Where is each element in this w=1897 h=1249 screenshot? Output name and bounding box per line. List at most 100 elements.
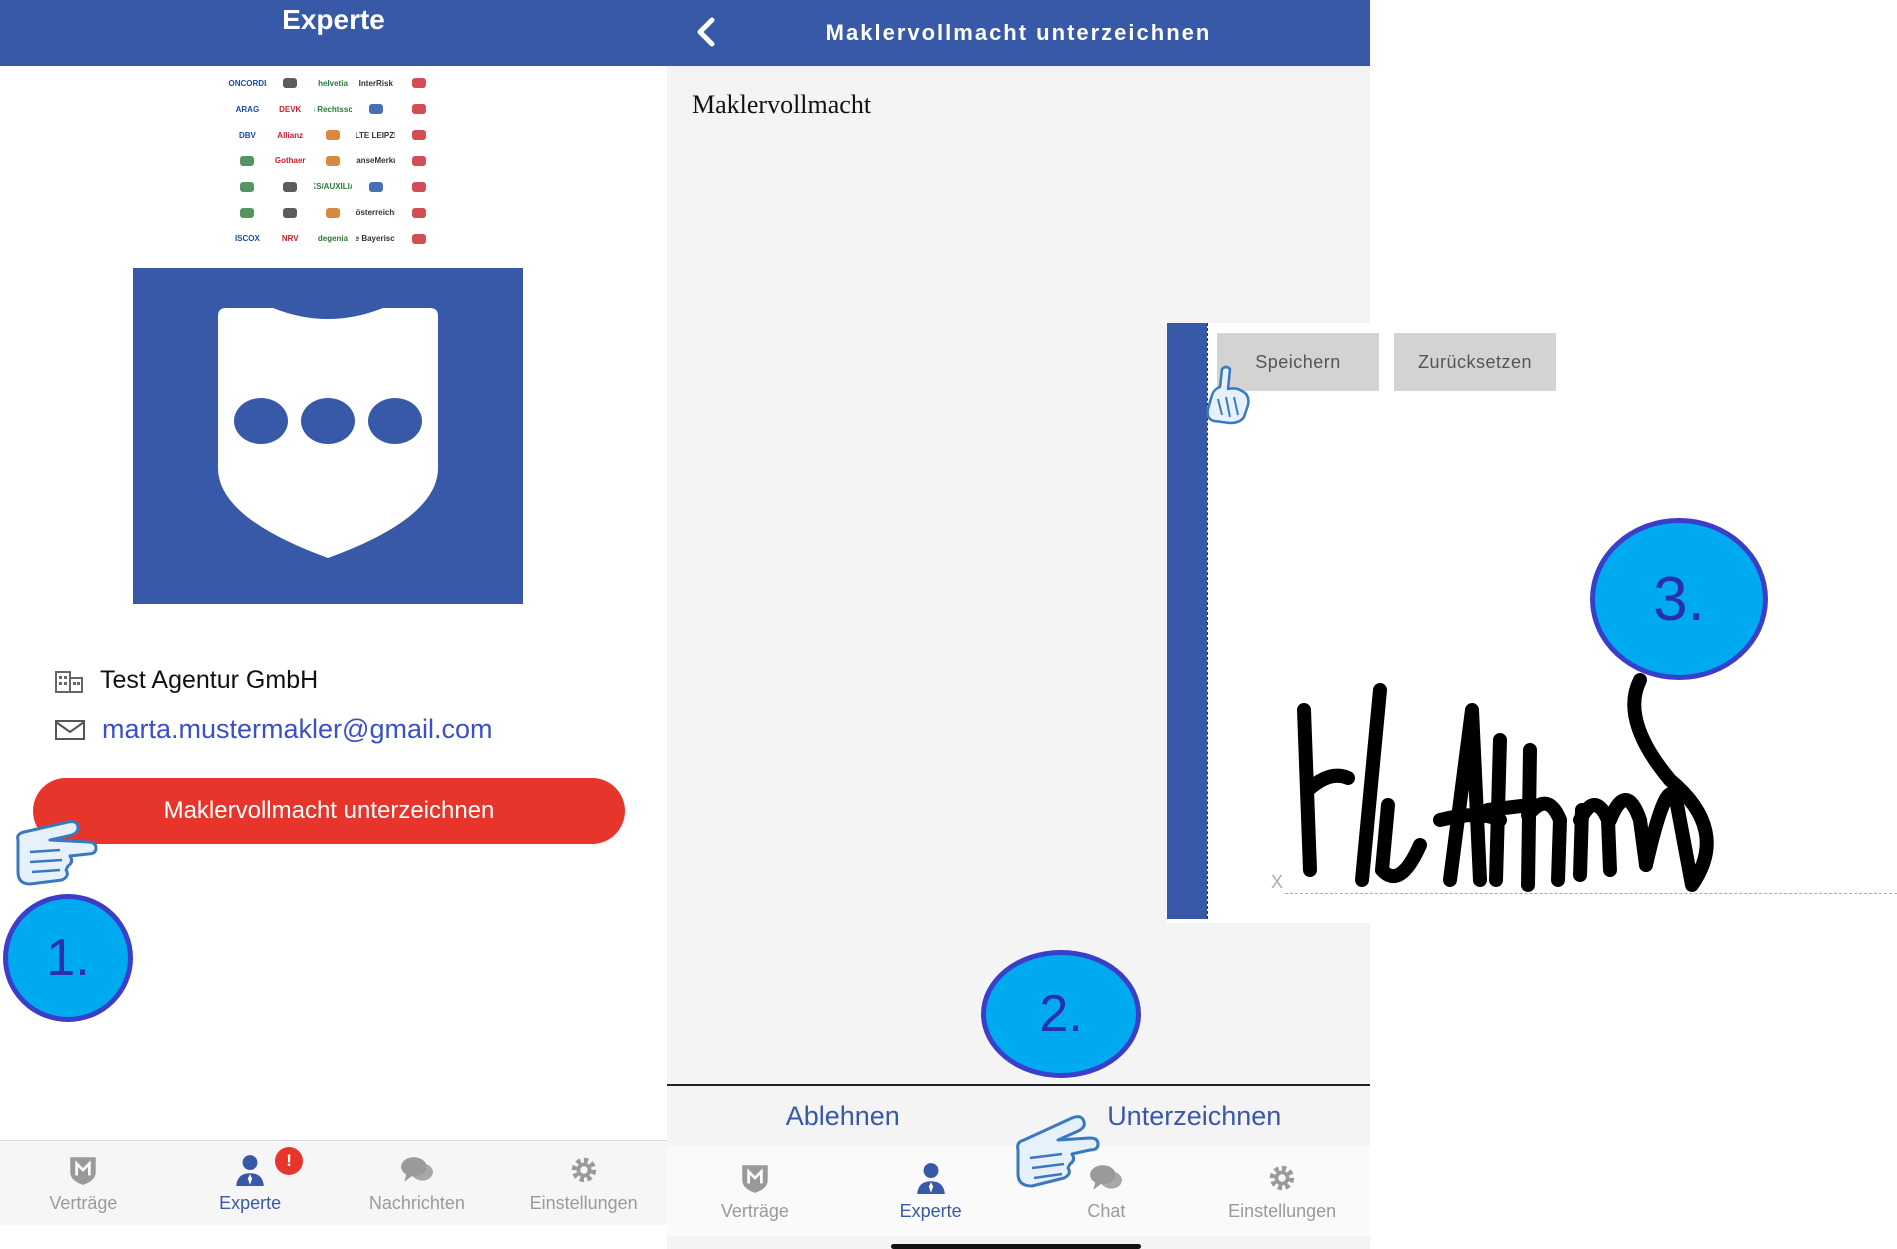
- tab-label: Nachrichten: [368, 1192, 465, 1213]
- shield-chat-icon: [218, 308, 438, 558]
- partner-logo: DBV: [238, 130, 256, 140]
- brand-logo: [133, 268, 523, 604]
- partner-logo-mark: [411, 78, 426, 89]
- partner-logo-mark: [325, 130, 340, 141]
- partner-logo: degenia: [317, 234, 349, 244]
- person-icon: [236, 1154, 264, 1186]
- gear-icon: [571, 1157, 596, 1182]
- partner-logo-mark: [411, 207, 426, 218]
- partner-logo: DMB Rechtsschutz: [314, 104, 353, 114]
- tab-verträge[interactable]: Verträge: [667, 1146, 843, 1236]
- tab-einstellungen[interactable]: Einstellungen: [500, 1141, 667, 1225]
- step-marker-2: 2.: [981, 950, 1141, 1078]
- partner-logo: ISCOX: [234, 234, 260, 244]
- back-button[interactable]: [688, 12, 724, 52]
- tab-experte[interactable]: Experte: [843, 1146, 1019, 1236]
- tab-label: Einstellungen: [1228, 1200, 1337, 1221]
- chat-bubbles-icon: [400, 1156, 433, 1182]
- partner-logo: [271, 175, 310, 198]
- partner-logo: DEVK: [279, 104, 302, 114]
- tab-verträge[interactable]: Verträge: [0, 1141, 167, 1225]
- notification-badge: !: [275, 1147, 304, 1175]
- partner-logo: Oberösterreichische: [356, 208, 395, 218]
- partner-logo-mark: [368, 104, 383, 115]
- tab-experte[interactable]: Experte!: [167, 1141, 334, 1225]
- partner-logo: InterRisk: [358, 78, 393, 88]
- partner-logo: [228, 175, 267, 198]
- partner-logo-mark: [411, 181, 426, 192]
- tab-label: Chat: [1087, 1200, 1126, 1221]
- partner-logo-mark: [325, 207, 340, 218]
- partner-logo: Allianz: [277, 130, 304, 140]
- partner-logo: [399, 201, 438, 224]
- partner-logo: [399, 72, 438, 95]
- partner-logo: [399, 150, 438, 173]
- tab-label: Einstellungen: [529, 1192, 638, 1213]
- signature-x-marker: X: [1271, 872, 1284, 892]
- tab-label: Experte: [219, 1192, 282, 1213]
- partner-logo: NRV: [281, 234, 299, 244]
- partner-logo-mark: [325, 155, 340, 166]
- step-marker-3: 3.: [1590, 518, 1768, 680]
- tab-label: Verträge: [720, 1200, 789, 1221]
- chevron-left-icon: [697, 17, 715, 47]
- mail-icon: [55, 719, 85, 740]
- reset-signature-button[interactable]: Zurücksetzen: [1394, 333, 1556, 391]
- agency-name: Test Agentur GmbH: [100, 666, 319, 694]
- partner-logo: [314, 201, 353, 224]
- partner-logo-mark: [240, 207, 255, 218]
- building-icon: [55, 670, 83, 693]
- partner-logo: [271, 72, 310, 95]
- tab-label: Experte: [899, 1200, 962, 1221]
- sign-mandate-button[interactable]: Maklervollmacht unterzeichnen: [33, 778, 625, 844]
- expert-header: Experte: [0, 0, 667, 66]
- agency-row: Test Agentur GmbH: [54, 666, 318, 695]
- tab-bar: Verträge Experte! Nachrichten Einstellungen: [0, 1140, 667, 1225]
- partner-logo-mark: [368, 181, 383, 192]
- gear-icon: [1269, 1165, 1295, 1190]
- partner-logo-mark: [240, 155, 255, 166]
- partner-logo-mark: [411, 233, 426, 244]
- partner-logo: [228, 150, 267, 173]
- tab-einstellungen[interactable]: Einstellungen: [1194, 1146, 1370, 1236]
- shield-m-icon: [742, 1164, 768, 1193]
- pointing-hand-icon: [1206, 365, 1250, 425]
- partner-logo: [314, 150, 353, 173]
- partner-logo: [228, 201, 267, 224]
- partner-logo: [399, 227, 438, 250]
- shield-m-icon: [70, 1156, 97, 1185]
- partner-logo: [314, 124, 353, 147]
- email-row[interactable]: marta.mustermakler@gmail.com: [54, 714, 493, 745]
- person-icon: [916, 1162, 945, 1194]
- partner-logo: [356, 98, 395, 121]
- document-title: Maklervollmacht: [692, 90, 872, 119]
- partner-logo: die Bayerische: [356, 234, 395, 244]
- step-marker-1: 1.: [3, 894, 133, 1022]
- sign-mandate-header: Maklervollmacht unterzeichnen: [667, 0, 1370, 66]
- partner-logo-mark: [283, 181, 298, 192]
- tab-label: Verträge: [49, 1192, 118, 1213]
- partner-logo-mark: [411, 104, 426, 115]
- partner-logo: ARAG: [235, 104, 260, 114]
- pointing-hand-icon: [1016, 1115, 1100, 1188]
- partner-logo: [271, 201, 310, 224]
- handwritten-signature: [1297, 673, 1714, 892]
- email-link[interactable]: marta.mustermakler@gmail.com: [102, 714, 493, 745]
- partner-logo-mark: [411, 155, 426, 166]
- decline-button[interactable]: Ablehnen: [667, 1086, 1019, 1146]
- partner-logo: CONCORDIA: [228, 78, 267, 88]
- partner-logo: ALTE LEIPZIG: [356, 130, 395, 140]
- partner-logo: helvetia: [318, 78, 348, 88]
- home-indicator: [891, 1244, 1141, 1249]
- partner-logo: [399, 175, 438, 198]
- partner-logo: [399, 98, 438, 121]
- partner-logo-grid: CONCORDIA helvetia InterRisk ARAG DEVK DMB Re…: [228, 72, 438, 250]
- pointing-hand-icon: [16, 820, 98, 886]
- partner-logo: HanseMerkur: [356, 156, 395, 166]
- partner-logo: [399, 124, 438, 147]
- partner-logo-mark: [240, 181, 255, 192]
- partner-logo: Gothaer: [274, 156, 306, 166]
- tab-nachrichten[interactable]: Nachrichten: [334, 1141, 501, 1225]
- partner-logo-mark: [411, 130, 426, 141]
- partner-logo: [356, 175, 395, 198]
